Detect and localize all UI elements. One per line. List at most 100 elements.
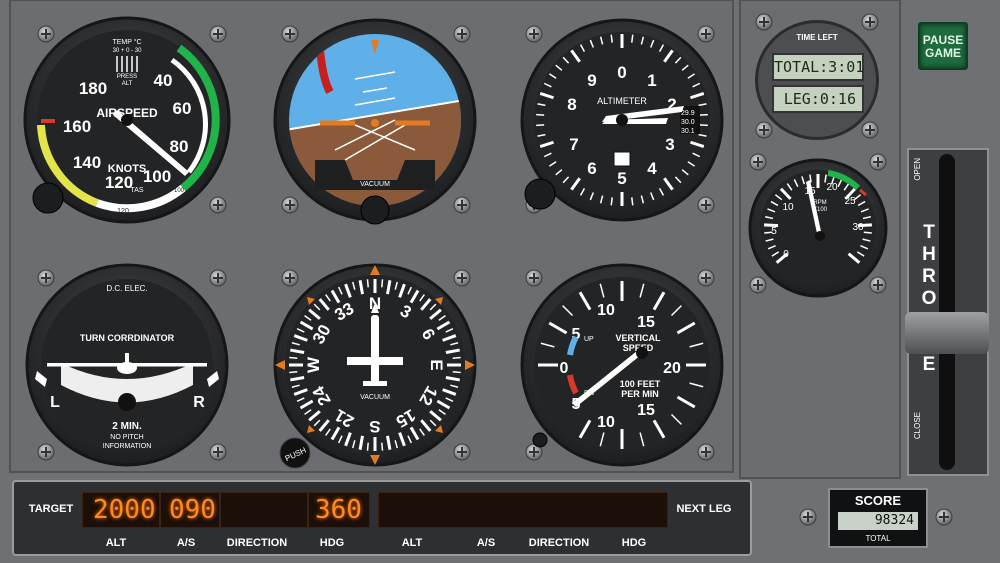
screw <box>209 196 227 214</box>
heading-push-knob[interactable]: PUSH <box>279 437 311 469</box>
target-alt-readout: 2000 <box>82 492 160 528</box>
tach-tick-20: 20 <box>826 182 838 193</box>
airspeed-tick-100: 100 <box>143 167 171 186</box>
airspeed-tick-180: 180 <box>79 79 107 98</box>
screw <box>749 276 767 294</box>
screw <box>861 13 879 31</box>
turn-coordinator: D.C. ELEC. TURN CORRDINATOR L R 2 MIN. N… <box>25 263 229 467</box>
pause-label-line2: GAME <box>925 46 961 60</box>
tick-mark <box>631 197 634 206</box>
tick-mark <box>536 124 545 127</box>
tick-mark <box>381 279 384 288</box>
score-value: 98324 <box>838 512 918 530</box>
vsi-unit-line1: 100 FEET <box>620 379 661 389</box>
altimeter-title: ALTIMETER <box>597 96 647 106</box>
altimeter-tick-1: 1 <box>647 71 656 90</box>
vsi-tick-15-up: 15 <box>637 314 655 331</box>
vertical-speed-indicator: 0 5 10 15 20 15 10 5 UP DN VERTICAL SPEE… <box>520 263 724 467</box>
screw <box>697 25 715 43</box>
heading-vacuum-label: VACUUM <box>360 394 390 401</box>
throttle-lever-panel: OPEN CLOSE THROTTLE <box>905 148 989 476</box>
tick-mark <box>699 113 708 116</box>
vsi-tick-0: 0 <box>560 360 569 377</box>
tick-mark <box>289 356 298 359</box>
screw <box>453 196 471 214</box>
score-label: SCORE <box>854 493 902 508</box>
altimeter-tick-3: 3 <box>665 135 674 154</box>
kollsman-30-0: 30.0 <box>681 119 695 126</box>
target-as-readout: 090 <box>160 492 220 528</box>
attitude-indicator: VACUUM <box>273 18 477 222</box>
inclinometer-ball <box>118 393 136 411</box>
direction-col-label: DIRECTION <box>226 537 288 549</box>
turn-right-label: R <box>193 394 205 411</box>
throttle-close-label: CLOSE <box>913 412 922 440</box>
screw <box>453 443 471 461</box>
airspeed-tick-160: 160 <box>63 117 91 136</box>
next-direction-col-label: DIRECTION <box>528 537 590 549</box>
altimeter-tick-6: 6 <box>587 159 596 178</box>
total-time-readout: TOTAL:3:01 <box>772 53 864 81</box>
tach-tick-30: 30 <box>852 222 864 233</box>
tach-tick-5: 5 <box>771 226 777 237</box>
attitude-vacuum-label: VACUUM <box>360 181 390 188</box>
attitude-knob[interactable] <box>360 195 390 225</box>
throttle-open-label: OPEN <box>913 158 922 181</box>
next-leg-label: NEXT LEG <box>676 503 732 515</box>
as-col-label: A/S <box>176 537 196 549</box>
turn-left-label: L <box>50 394 60 411</box>
screw <box>869 276 887 294</box>
vsi-tick-15-down: 15 <box>637 402 655 419</box>
score-total-label: TOTAL <box>865 534 891 543</box>
screw <box>209 25 227 43</box>
altimeter-tick-9: 9 <box>587 71 596 90</box>
vsi-title-line1: VERTICAL <box>616 333 662 343</box>
dc-elec-label: D.C. ELEC. <box>106 284 147 293</box>
vsi-up-label: UP <box>584 336 594 343</box>
screw <box>453 25 471 43</box>
airspeed-unit: KNOTS <box>108 163 147 175</box>
vsi-tick-20: 20 <box>663 360 681 377</box>
altimeter-knob[interactable] <box>524 178 556 210</box>
next-alt-col-label: ALT <box>401 537 423 549</box>
information-label: INFORMATION <box>103 443 151 450</box>
vsi-screw-knob <box>532 432 548 448</box>
airspeed-tick-40: 40 <box>154 71 173 90</box>
no-pitch-label: NO PITCH <box>110 434 143 441</box>
tas-tick-120: 120 <box>117 208 129 215</box>
tick-mark <box>610 34 613 43</box>
screw <box>37 25 55 43</box>
next-hdg-col-label: HDG <box>621 537 647 549</box>
screw <box>209 443 227 461</box>
throttle-handle[interactable] <box>905 312 989 354</box>
altimeter-tick-0: 0 <box>617 63 626 82</box>
target-direction-readout <box>220 492 308 528</box>
screw <box>697 196 715 214</box>
tachometer: 0 5 10 15 20 25 30 RPM X100 <box>748 158 888 298</box>
airspeed-knob[interactable] <box>32 182 64 214</box>
kollsman-29-9: 29.9 <box>681 110 695 117</box>
screw <box>749 153 767 171</box>
airspeed-tick-60: 60 <box>173 99 192 118</box>
leg-time-readout: LEG:0:16 <box>772 85 864 113</box>
tas-tick-100: 100 <box>174 188 185 194</box>
temp-scale: 30 + 0 - 30 <box>113 48 143 54</box>
airspeed-tick-140: 140 <box>73 153 101 172</box>
altimeter-tick-4: 4 <box>647 159 657 178</box>
screw <box>525 25 543 43</box>
alt-label: ALT <box>122 81 133 87</box>
target-label: TARGET <box>28 503 74 515</box>
pause-game-button[interactable]: PAUSE GAME <box>918 22 968 70</box>
screw <box>755 121 773 139</box>
airspeed-tick-80: 80 <box>170 137 189 156</box>
score-display: SCORE 98324 TOTAL <box>828 488 928 548</box>
alt-col-label: ALT <box>105 537 127 549</box>
time-left-display: TIME LEFT TOTAL:3:01 LEG:0:16 <box>755 20 879 140</box>
tas-label: TAS <box>130 187 143 194</box>
screw <box>869 153 887 171</box>
screw <box>37 269 55 287</box>
heading-label-e: E <box>427 359 446 370</box>
screw <box>281 196 299 214</box>
vsi-unit-line2: PER MIN <box>621 389 659 399</box>
turn-coordinator-title: TURN CORRDINATOR <box>80 333 175 343</box>
